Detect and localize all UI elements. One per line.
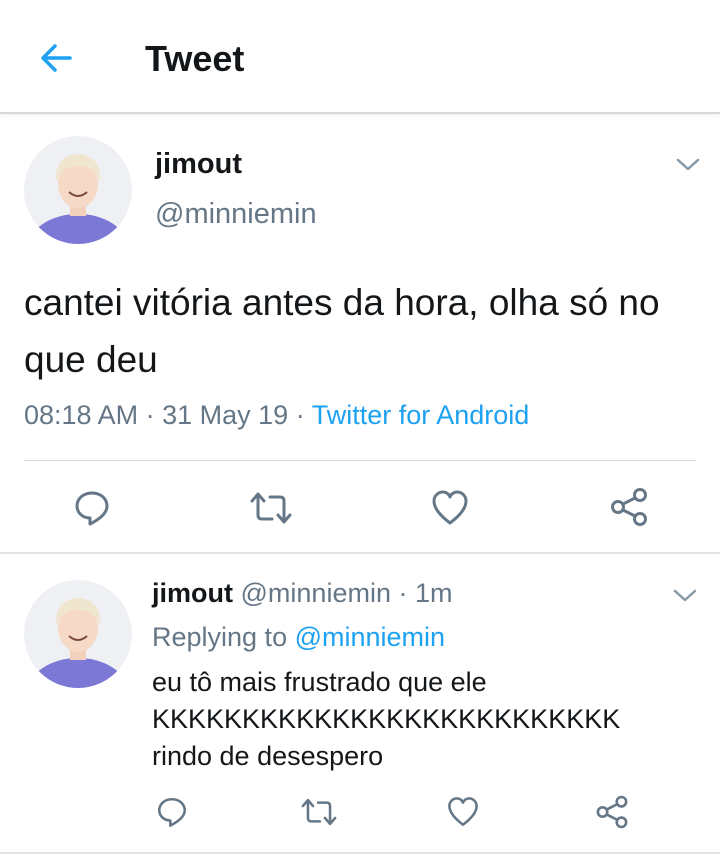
retweet-icon[interactable] (299, 795, 339, 829)
reply-text-line: rindo de desespero (152, 741, 384, 771)
tweet-source-link[interactable]: Twitter for Android (312, 400, 530, 430)
like-icon[interactable] (430, 488, 470, 528)
reply-avatar[interactable] (24, 580, 132, 688)
reply-icon[interactable] (72, 488, 112, 528)
meta-separator: · (295, 400, 312, 430)
chevron-down-icon[interactable] (672, 588, 698, 604)
retweet-icon[interactable] (248, 488, 294, 528)
tweet-text: cantei vitória antes da hora, olha só no… (24, 282, 660, 380)
reply-text-line: eu tô mais frustrado que ele (152, 667, 487, 697)
replying-mention-link[interactable]: @minniemin (295, 622, 445, 652)
reply-text-line: KKKKKKKKKKKKKKKKKKKKKKKKKK (152, 704, 621, 734)
reply-age: 1m (414, 578, 453, 608)
top-app-bar: Tweet (0, 0, 720, 114)
tweet-time: 08:18 AM (24, 400, 139, 430)
like-icon[interactable] (446, 795, 480, 829)
back-button[interactable] (36, 38, 76, 78)
reply-author-handle[interactable]: @minniemin (241, 578, 391, 608)
reply-icon[interactable] (155, 795, 189, 829)
page-title: Tweet (145, 38, 245, 79)
section-divider (0, 552, 720, 554)
tweet-meta: 08:18 AM · 31 May 19 · Twitter for Andro… (24, 400, 529, 431)
arrow-left-icon (41, 44, 72, 72)
replying-to: Replying to @minniemin (152, 622, 445, 653)
meta-separator: · (398, 578, 415, 608)
tweet-date: 31 May 19 (162, 400, 289, 430)
divider (24, 460, 696, 461)
section-divider (0, 852, 720, 854)
chevron-down-icon[interactable] (675, 157, 701, 173)
replying-label: Replying to (152, 622, 288, 652)
reply-author-name[interactable]: jimout (152, 578, 233, 608)
share-icon[interactable] (594, 794, 630, 830)
author-handle[interactable]: @minniemin (155, 198, 317, 231)
reply-header: jimout @minniemin · 1m (152, 578, 453, 609)
author-name[interactable]: jimout (155, 148, 242, 181)
share-icon[interactable] (608, 486, 650, 528)
avatar[interactable] (24, 136, 132, 244)
reply-text: eu tô mais frustrado que ele KKKKKKKKKKK… (152, 664, 712, 775)
meta-separator: · (145, 400, 163, 430)
